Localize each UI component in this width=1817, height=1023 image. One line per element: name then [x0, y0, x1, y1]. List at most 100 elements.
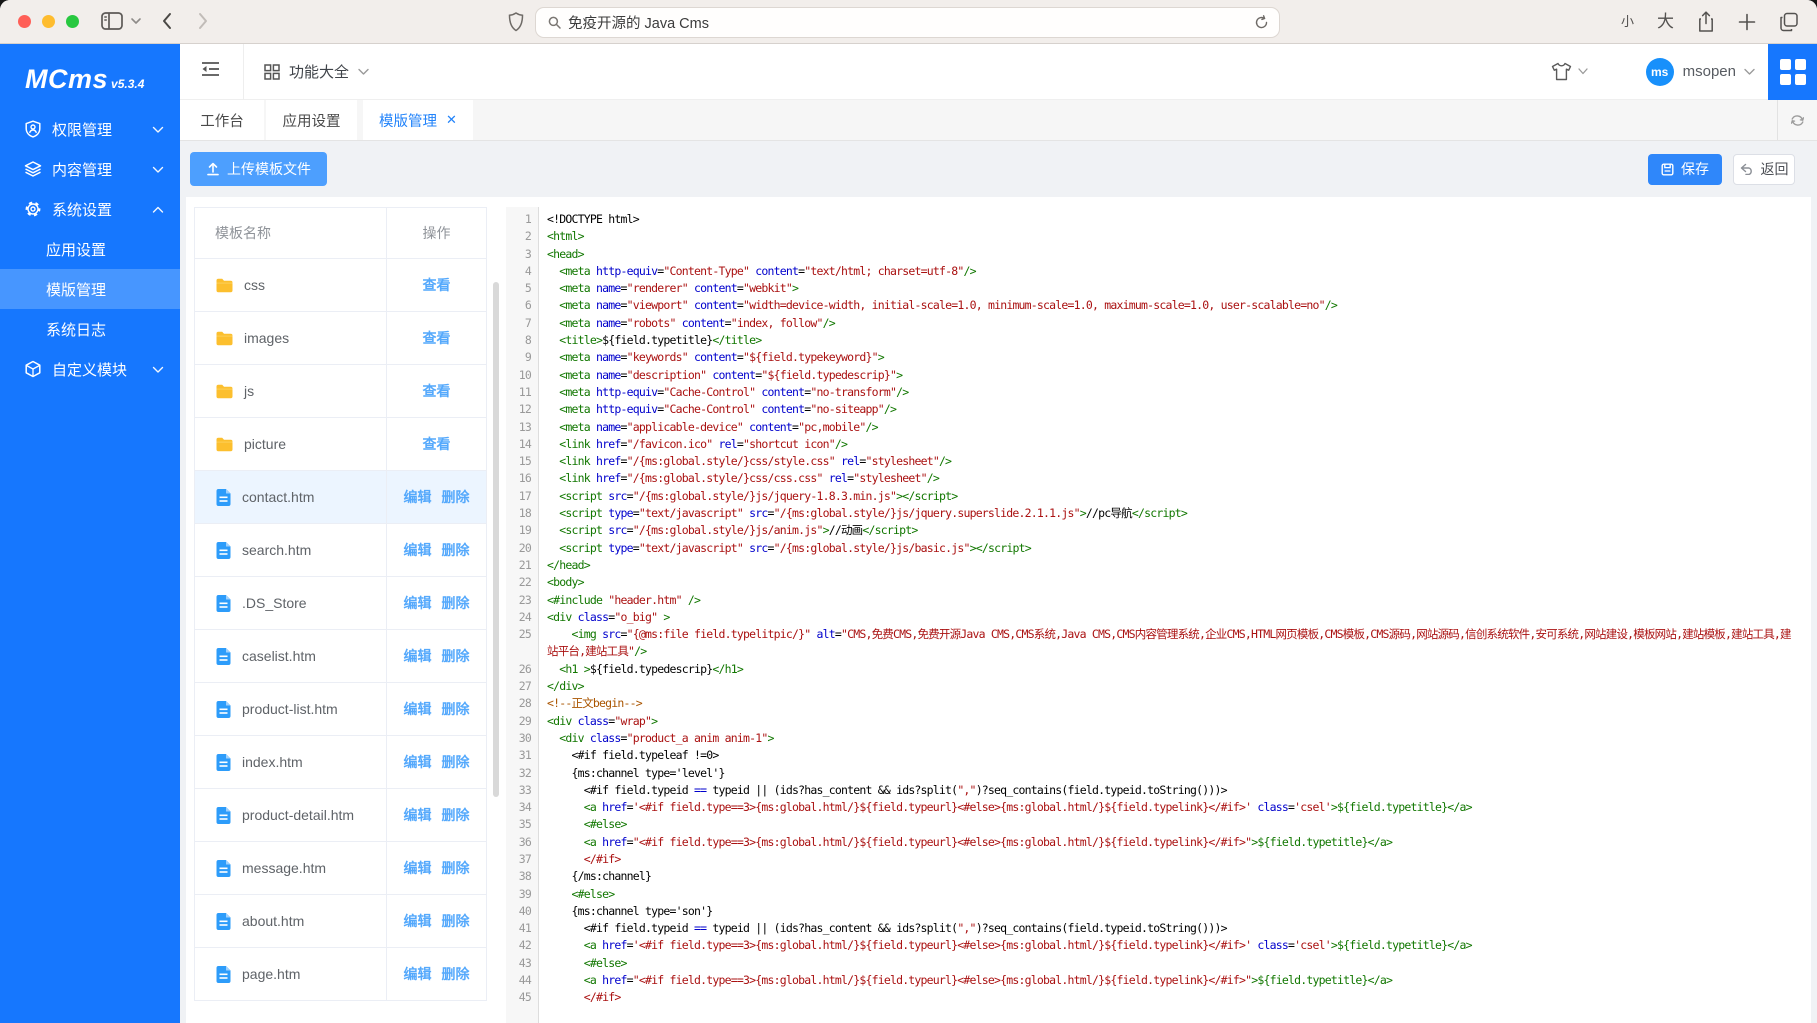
line-number: 45	[506, 989, 539, 1006]
sidebar-toggle-icon[interactable]	[100, 8, 124, 34]
chevron-down-icon[interactable]	[1744, 63, 1755, 81]
action-link-删除[interactable]: 删除	[442, 911, 470, 931]
tab-模版管理[interactable]: 模版管理✕	[363, 100, 473, 140]
action-link-删除[interactable]: 删除	[442, 646, 470, 666]
table-row-about.htm[interactable]: about.htm编辑删除	[195, 895, 486, 948]
action-link-编辑[interactable]: 编辑	[404, 699, 432, 719]
table-row-index.htm[interactable]: index.htm编辑删除	[195, 736, 486, 789]
tab-工作台[interactable]: 工作台	[180, 100, 264, 140]
table-row-caselist.htm[interactable]: caselist.htm编辑删除	[195, 630, 486, 683]
table-row-css[interactable]: css查看	[195, 259, 486, 312]
action-link-编辑[interactable]: 编辑	[404, 858, 432, 878]
back-button[interactable]: 返回	[1733, 154, 1795, 185]
refresh-tabs-button[interactable]	[1777, 100, 1817, 140]
chevron-down-icon[interactable]	[130, 8, 142, 34]
close-window-button[interactable]	[18, 15, 31, 28]
sidebar-subitem-应用设置[interactable]: 应用设置	[0, 229, 180, 269]
action-link-查看[interactable]: 查看	[423, 328, 451, 348]
action-link-删除[interactable]: 删除	[442, 858, 470, 878]
code-line: 40 {ms:channel type='son'}	[506, 903, 1811, 920]
shield-person-icon	[24, 120, 42, 138]
code-line: 32 {ms:channel type='level'}	[506, 765, 1811, 782]
table-row-product-list.htm[interactable]: product-list.htm编辑删除	[195, 683, 486, 736]
code-line: 7 <meta name="robots" content="index, fo…	[506, 315, 1811, 332]
sidebar-item-系统设置[interactable]: 系统设置	[0, 189, 180, 229]
table-row-contact.htm[interactable]: contact.htm编辑删除	[195, 471, 486, 524]
line-number: 1	[506, 211, 539, 228]
action-link-查看[interactable]: 查看	[423, 434, 451, 454]
sidebar-item-自定义模块[interactable]: 自定义模块	[0, 349, 180, 389]
scrollbar-thumb[interactable]	[493, 282, 499, 797]
table-row-search.htm[interactable]: search.htm编辑删除	[195, 524, 486, 577]
table-row-page.htm[interactable]: page.htm编辑删除	[195, 948, 486, 1001]
forward-button-icon[interactable]	[196, 8, 210, 34]
minimize-window-button[interactable]	[42, 15, 55, 28]
sidebar-subitem-label: 系统日志	[46, 319, 106, 340]
table-row-js[interactable]: js查看	[195, 365, 486, 418]
action-link-编辑[interactable]: 编辑	[404, 964, 432, 984]
action-link-编辑[interactable]: 编辑	[404, 593, 432, 613]
save-button[interactable]: 保存	[1648, 154, 1722, 185]
code-line: 5 <meta name="renderer" content="webkit"…	[506, 280, 1811, 297]
file-icon	[215, 859, 232, 878]
new-tab-icon[interactable]	[1738, 10, 1756, 34]
code-editor[interactable]: 1<!DOCTYPE html>2<html>3<head>4 <meta ht…	[506, 207, 1811, 1023]
action-link-查看[interactable]: 查看	[423, 275, 451, 295]
upload-template-button[interactable]: 上传模板文件	[190, 152, 327, 186]
text-smaller-button[interactable]: 小	[1621, 9, 1634, 35]
sidebar-subitem-系统日志[interactable]: 系统日志	[0, 309, 180, 349]
line-number: 7	[506, 315, 539, 332]
file-icon	[215, 541, 232, 560]
sidebar-item-权限管理[interactable]: 权限管理	[0, 109, 180, 149]
address-bar[interactable]: 免疫开源的 Java Cms	[535, 7, 1280, 38]
browser-chrome: 免疫开源的 Java Cms 小 大	[0, 0, 1817, 44]
collapse-sidebar-icon[interactable]	[202, 61, 219, 82]
action-link-删除[interactable]: 删除	[442, 593, 470, 613]
code-line: 1<!DOCTYPE html>	[506, 211, 1811, 228]
gear-icon	[24, 200, 42, 218]
action-link-删除[interactable]: 删除	[442, 540, 470, 560]
chevron-up-icon	[152, 201, 164, 218]
action-link-删除[interactable]: 删除	[442, 805, 470, 825]
action-link-编辑[interactable]: 编辑	[404, 540, 432, 560]
tab-overview-icon[interactable]	[1779, 10, 1799, 34]
sidebar-item-内容管理[interactable]: 内容管理	[0, 149, 180, 189]
table-row-picture[interactable]: picture查看	[195, 418, 486, 471]
apps-launcher-button[interactable]	[1768, 44, 1817, 100]
app-menu-button[interactable]: 功能大全	[264, 61, 369, 82]
browser-window: 免疫开源的 Java Cms 小 大 MCms v5.3.4	[0, 0, 1817, 1023]
close-tab-icon[interactable]: ✕	[446, 112, 457, 128]
action-link-编辑[interactable]: 编辑	[404, 752, 432, 772]
username[interactable]: msopen	[1683, 63, 1736, 80]
folder-icon	[215, 277, 234, 294]
action-link-删除[interactable]: 删除	[442, 752, 470, 772]
sidebar-subitem-模版管理[interactable]: 模版管理	[0, 269, 180, 309]
code-line: 45 </#if>	[506, 989, 1811, 1006]
zoom-window-button[interactable]	[66, 15, 79, 28]
back-button-icon[interactable]	[160, 8, 174, 34]
action-link-编辑[interactable]: 编辑	[404, 487, 432, 507]
action-link-删除[interactable]: 删除	[442, 699, 470, 719]
action-link-编辑[interactable]: 编辑	[404, 646, 432, 666]
code-lines: 1<!DOCTYPE html>2<html>3<head>4 <meta ht…	[506, 207, 1811, 1007]
theme-button[interactable]	[1551, 62, 1588, 81]
table-row-message.htm[interactable]: message.htm编辑删除	[195, 842, 486, 895]
code-line: 26 <h1 >${field.typedescrip}</h1>	[506, 661, 1811, 678]
action-link-删除[interactable]: 删除	[442, 964, 470, 984]
privacy-shield-icon[interactable]	[508, 11, 524, 33]
tab-应用设置[interactable]: 应用设置	[266, 100, 357, 140]
table-row-images[interactable]: images查看	[195, 312, 486, 365]
table-row-.DS_Store[interactable]: .DS_Store编辑删除	[195, 577, 486, 630]
line-number: 43	[506, 955, 539, 972]
avatar[interactable]: ms	[1646, 58, 1674, 86]
action-link-编辑[interactable]: 编辑	[404, 805, 432, 825]
code-line: 34 <a href='<#if field.type==3>{ms:globa…	[506, 799, 1811, 816]
text-larger-button[interactable]: 大	[1657, 9, 1674, 35]
reload-icon[interactable]	[1254, 15, 1269, 30]
template-file-table: 模板名称 操作 css查看images查看js查看picture查看contac…	[194, 207, 487, 1001]
action-link-查看[interactable]: 查看	[423, 381, 451, 401]
action-link-删除[interactable]: 删除	[442, 487, 470, 507]
table-row-product-detail.htm[interactable]: product-detail.htm编辑删除	[195, 789, 486, 842]
share-icon[interactable]	[1697, 10, 1715, 34]
action-link-编辑[interactable]: 编辑	[404, 911, 432, 931]
